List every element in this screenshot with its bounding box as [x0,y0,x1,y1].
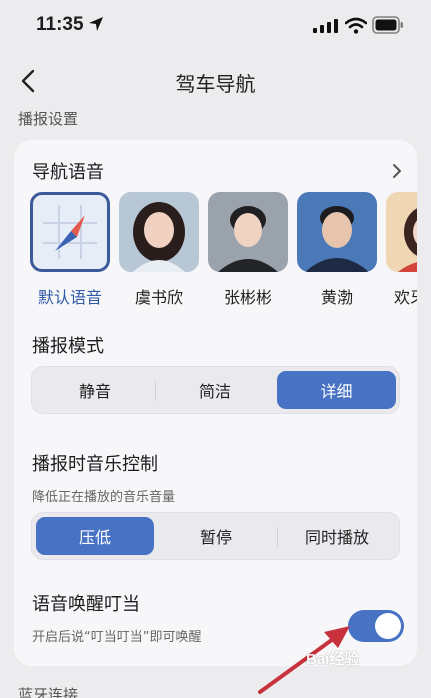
nav-bar: 驾车导航 [0,54,431,106]
music-control-title: 播报时音乐控制 [32,454,158,475]
toggle-knob [375,613,401,639]
status-bar: 11:35 [0,0,431,54]
voice-name: 虞书欣 [134,288,183,307]
music-control-option-play-together[interactable]: 同时播放 [278,517,396,555]
broadcast-mode-option-detailed[interactable]: 详细 [277,371,396,409]
voice-item-default[interactable]: 默认语音 [30,192,110,308]
music-control-option-pause[interactable]: 暂停 [157,517,275,555]
voice-list: 默认语音 虞书欣 张彬彬 黄渤 欢 [30,192,417,322]
voice-item-3[interactable]: 张彬彬 [208,192,288,308]
voice-avatar [30,192,110,272]
music-control-subtitle: 降低正在播放的音乐音量 [32,490,176,505]
location-arrow-icon [89,17,103,31]
settings-card: 导航语音 默认语音 虞书欣 张彬彬 黄渤 欢 播报模式 静音 简洁 详细 播报时… [14,140,417,666]
person-avatar-icon [208,192,288,272]
section-label-broadcast: 播报设置 [18,110,79,128]
status-time: 11:35 [36,14,84,35]
nav-voice-title: 导航语音 [32,162,104,183]
music-control-segmented-control: 压低 暂停 同时播放 [31,512,400,560]
voice-item-4[interactable]: 黄渤 [297,192,377,308]
page-title: 驾车导航 [175,72,256,96]
broadcast-mode-option-mute[interactable]: 静音 [36,371,154,409]
voice-name: 黄渤 [320,288,353,307]
battery-icon [372,16,403,34]
chevron-right-icon [393,164,401,178]
voice-name: 默认语音 [37,288,102,307]
wake-word-title: 语音唤醒叮当 [32,594,140,615]
wake-word-subtitle: 开启后说“叮当叮当”即可唤醒 [32,630,202,645]
broadcast-mode-option-brief[interactable]: 简洁 [156,371,274,409]
music-control-option-lower[interactable]: 压低 [36,517,154,555]
voice-avatar [386,192,417,272]
person-avatar-icon [386,192,417,272]
voice-item-5[interactable]: 欢牙妹 [386,192,417,308]
voice-item-2[interactable]: 虞书欣 [119,192,199,308]
voice-avatar [297,192,377,272]
person-avatar-icon [119,192,199,272]
compass-icon [43,205,97,259]
broadcast-mode-title: 播报模式 [32,336,104,357]
cell-signal-icon [313,19,338,33]
voice-avatar [119,192,199,272]
voice-avatar [208,192,288,272]
wifi-icon [345,17,367,34]
voice-name: 欢牙妹 [394,288,417,307]
broadcast-mode-segmented-control: 静音 简洁 详细 [31,366,400,414]
watermark: Bai经验 [306,651,360,668]
nav-voice-more-button[interactable] [391,162,403,184]
section-label-bluetooth: 蓝牙连接 [18,686,79,698]
person-avatar-icon [297,192,377,272]
voice-name: 张彬彬 [223,288,272,307]
